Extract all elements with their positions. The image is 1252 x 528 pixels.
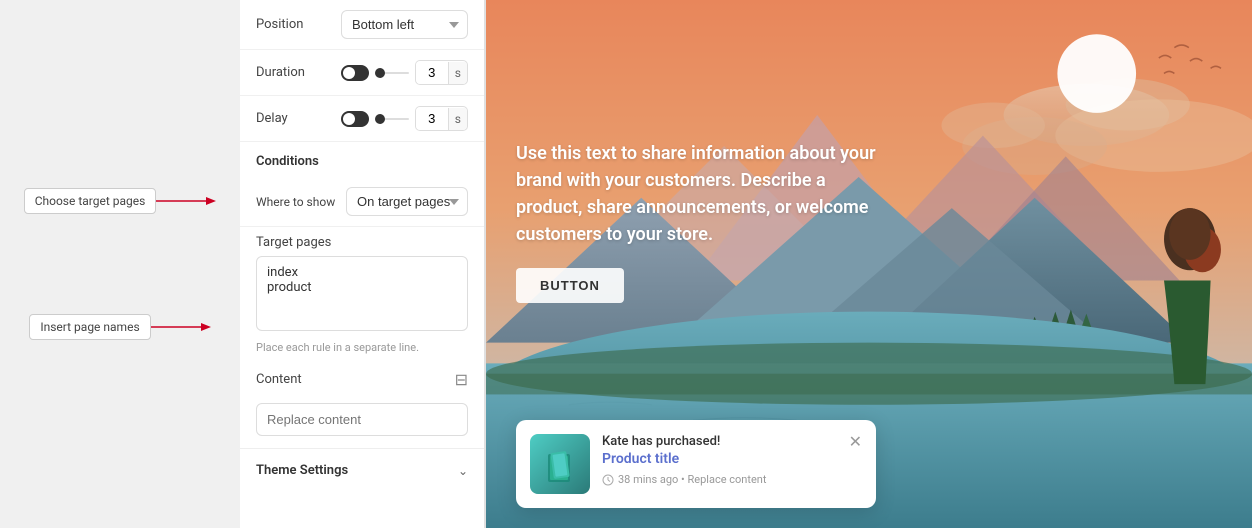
arrow-right-icon xyxy=(156,193,216,209)
notification-product-icon xyxy=(530,434,590,494)
text-overlay: Use this text to share information about… xyxy=(516,140,896,303)
delay-slider-thumb xyxy=(375,114,385,124)
where-to-show-select[interactable]: On target pages On all pages On home pag… xyxy=(346,187,468,216)
duration-input[interactable]: 3 xyxy=(416,61,448,84)
choose-target-annotation: Choose target pages xyxy=(24,188,217,214)
theme-settings-row[interactable]: Theme Settings ⌄ xyxy=(240,448,484,492)
delay-control: 3 s xyxy=(341,106,468,131)
clock-icon xyxy=(602,474,614,486)
delay-toggle[interactable] xyxy=(341,111,369,127)
position-select[interactable]: Bottom left Bottom right Top left Top ri… xyxy=(341,10,468,39)
content-row: Content ⊟ xyxy=(240,360,484,399)
delay-slider-track[interactable] xyxy=(375,118,409,120)
chevron-down-icon: ⌄ xyxy=(458,464,468,478)
notification-content: Kate has purchased! Product title 38 min… xyxy=(602,434,837,486)
hint-text: Place each rule in a separate line. xyxy=(240,335,484,360)
database-icon: ⊟ xyxy=(455,370,468,389)
delay-unit: s xyxy=(448,108,467,130)
duration-label: Duration xyxy=(256,65,341,80)
preview-area: Use this text to share information about… xyxy=(486,0,1252,528)
target-pages-label: Target pages xyxy=(240,227,484,256)
choose-target-box: Choose target pages xyxy=(24,188,157,214)
annotations-column: Choose target pages Insert page names xyxy=(0,0,240,528)
position-control[interactable]: Bottom left Bottom right Top left Top ri… xyxy=(341,10,468,39)
delay-row: Delay 3 s xyxy=(240,96,484,142)
duration-unit: s xyxy=(448,62,467,84)
delay-label: Delay xyxy=(256,111,341,126)
notification-title: Kate has purchased! xyxy=(602,434,837,449)
position-label: Position xyxy=(256,17,341,32)
overlay-main-text: Use this text to share information about… xyxy=(516,140,896,248)
duration-control: 3 s xyxy=(341,60,468,85)
delay-input[interactable]: 3 xyxy=(416,107,448,130)
notification-close-button[interactable]: ✕ xyxy=(849,434,862,450)
preview-background: Use this text to share information about… xyxy=(486,0,1252,528)
target-pages-textarea[interactable]: index product xyxy=(256,256,468,331)
notification-time: 38 mins ago • Replace content xyxy=(602,473,837,486)
product-icon-svg xyxy=(540,444,580,484)
where-to-show-control[interactable]: On target pages On all pages On home pag… xyxy=(346,187,468,216)
where-to-show-row: Where to show On target pages On all pag… xyxy=(240,177,484,227)
delay-number-box: 3 s xyxy=(415,106,468,131)
duration-slider-track[interactable] xyxy=(375,72,409,74)
replace-content-input[interactable] xyxy=(256,403,468,436)
insert-page-label: Insert page names xyxy=(40,320,139,334)
settings-panel: Position Bottom left Bottom right Top le… xyxy=(240,0,485,528)
notification-popup: Kate has purchased! Product title 38 min… xyxy=(516,420,876,508)
arrow-right-icon-2 xyxy=(151,319,211,335)
insert-page-box: Insert page names xyxy=(29,314,150,340)
preview-button[interactable]: BUTTON xyxy=(516,268,624,303)
choose-target-label: Choose target pages xyxy=(35,194,146,208)
insert-page-annotation: Insert page names xyxy=(29,314,210,340)
duration-number-box: 3 s xyxy=(415,60,468,85)
position-row: Position Bottom left Bottom right Top le… xyxy=(240,0,484,50)
notification-time-text: 38 mins ago • Replace content xyxy=(618,473,766,486)
conditions-header: Conditions xyxy=(240,142,484,177)
notification-product: Product title xyxy=(602,451,837,467)
duration-toggle[interactable] xyxy=(341,65,369,81)
content-label: Content xyxy=(256,372,302,387)
duration-slider-thumb xyxy=(375,68,385,78)
duration-row: Duration 3 s xyxy=(240,50,484,96)
theme-settings-label: Theme Settings xyxy=(256,463,348,478)
where-to-show-label: Where to show xyxy=(256,195,346,209)
